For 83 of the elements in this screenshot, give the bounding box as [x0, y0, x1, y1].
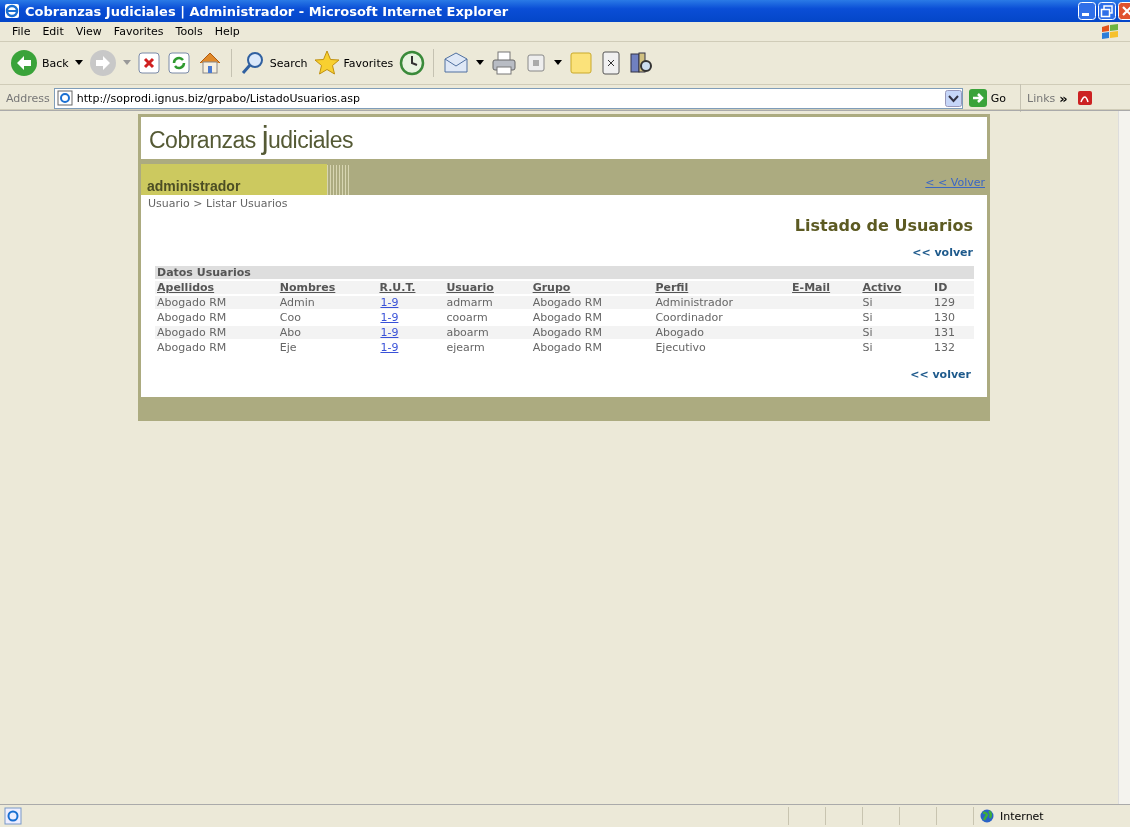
table-cell-text: Abogado RM: [531, 311, 603, 324]
table-cell-text: cooarm: [445, 311, 489, 324]
menu-item[interactable]: File: [6, 25, 37, 38]
go-button[interactable]: Go: [966, 89, 1015, 107]
table-caption: Datos Usuarios: [155, 266, 974, 279]
table-cell-text: Abogado RM: [156, 341, 228, 354]
favorites-button[interactable]: Favorites: [313, 50, 394, 76]
window-title: Cobranzas Judiciales | Administrador - Microsoft Internet Explorer: [25, 3, 510, 19]
page-heading: Listado de Usuarios: [793, 216, 973, 235]
page-status-icon: [4, 807, 22, 825]
rut-link[interactable]: 1-9: [380, 311, 399, 324]
table-cell-text: Si: [861, 341, 874, 354]
table-cell-text: Eje: [278, 341, 298, 354]
zone-label: Internet: [1000, 809, 1044, 823]
menu-item[interactable]: Favorites: [107, 25, 170, 38]
table-cell: Abogado RM: [530, 326, 654, 339]
rut-link[interactable]: 1-9: [380, 341, 399, 354]
stripe-decoration: [327, 165, 349, 195]
table-cell-text: Abogado RM: [156, 311, 228, 324]
breadcrumb: Usuario > Listar Usuarios: [148, 197, 289, 210]
column-header: ID: [932, 281, 974, 294]
links-label[interactable]: Links: [1027, 91, 1056, 105]
go-arrow-icon: [968, 89, 987, 107]
search-icon: [239, 50, 266, 76]
table-cell-text: ejearm: [445, 341, 486, 354]
column-header[interactable]: Usuario: [444, 281, 531, 294]
menu-item[interactable]: Tools: [169, 25, 209, 38]
dropdown-caret-icon[interactable]: [554, 60, 563, 66]
table-cell: Abogado RM: [155, 296, 278, 309]
volver-link[interactable]: << volver: [912, 246, 973, 259]
maximize-icon[interactable]: [1098, 2, 1116, 20]
column-header[interactable]: Activo: [860, 281, 933, 294]
column-header[interactable]: Apellidos: [155, 281, 278, 294]
globe-icon: [980, 809, 994, 823]
back-button[interactable]: Back: [10, 49, 69, 77]
table-cell: 131: [932, 326, 974, 339]
column-header[interactable]: Perfil: [653, 281, 791, 294]
table-cell-text: Coordinador: [654, 311, 724, 324]
table-cell: Si: [860, 326, 933, 339]
table-cell: Admin: [277, 296, 378, 309]
dropdown-caret-icon[interactable]: [476, 60, 485, 66]
table-cell-text: Coo: [278, 311, 302, 324]
table-cell: admarm: [444, 296, 531, 309]
table-cell: aboarm: [444, 326, 531, 339]
dropdown-caret-icon[interactable]: [74, 60, 83, 66]
column-header[interactable]: Grupo: [530, 281, 654, 294]
minimize-icon[interactable]: [1078, 2, 1096, 20]
column-header[interactable]: E-Mail: [790, 281, 861, 294]
close-icon[interactable]: [1118, 2, 1130, 20]
menu-item[interactable]: Help: [208, 25, 246, 38]
stop-icon[interactable]: [136, 51, 161, 75]
table-cell: Abogado RM: [155, 326, 278, 339]
page-icon: [56, 90, 73, 106]
table-cell-text: Abogado RM: [531, 341, 603, 354]
site-logo: Cobranzas judiciales: [149, 120, 353, 156]
refresh-icon[interactable]: [166, 51, 191, 75]
menu-item[interactable]: View: [69, 25, 108, 38]
table-cell: Abogado: [653, 326, 791, 339]
table-cell: 129: [932, 296, 974, 309]
column-header[interactable]: R.U.T.: [377, 281, 445, 294]
ie-logo-icon: [4, 3, 20, 19]
research-icon[interactable]: [628, 50, 655, 76]
table-cell-text: 130: [933, 311, 957, 324]
table-cell: Si: [860, 296, 933, 309]
history-clock-icon[interactable]: [399, 50, 426, 76]
mail-icon[interactable]: [442, 50, 471, 76]
role-title: administrador: [147, 178, 241, 194]
address-label: Address: [6, 91, 50, 105]
star-icon: [313, 50, 340, 76]
printer-icon[interactable]: [490, 50, 519, 76]
column-header[interactable]: Nombres: [277, 281, 378, 294]
volver-link[interactable]: << volver: [910, 368, 971, 381]
table-cell: Administrador: [653, 296, 791, 309]
windows-flag-icon: [1100, 22, 1120, 41]
table-cell-text: Si: [861, 311, 874, 324]
address-field[interactable]: http://soprodi.ignus.biz/grpabo/ListadoUsuarios.asp: [53, 87, 963, 109]
table-cell-text: Ejecutivo: [654, 341, 707, 354]
table-cell-text: 132: [933, 341, 957, 354]
table-cell: Abogado RM: [530, 296, 654, 309]
search-button[interactable]: Search: [239, 50, 308, 76]
more-chevron[interactable]: »: [1059, 90, 1068, 106]
menu-item[interactable]: Edit: [36, 25, 70, 38]
table-cell: Abo: [277, 326, 378, 339]
